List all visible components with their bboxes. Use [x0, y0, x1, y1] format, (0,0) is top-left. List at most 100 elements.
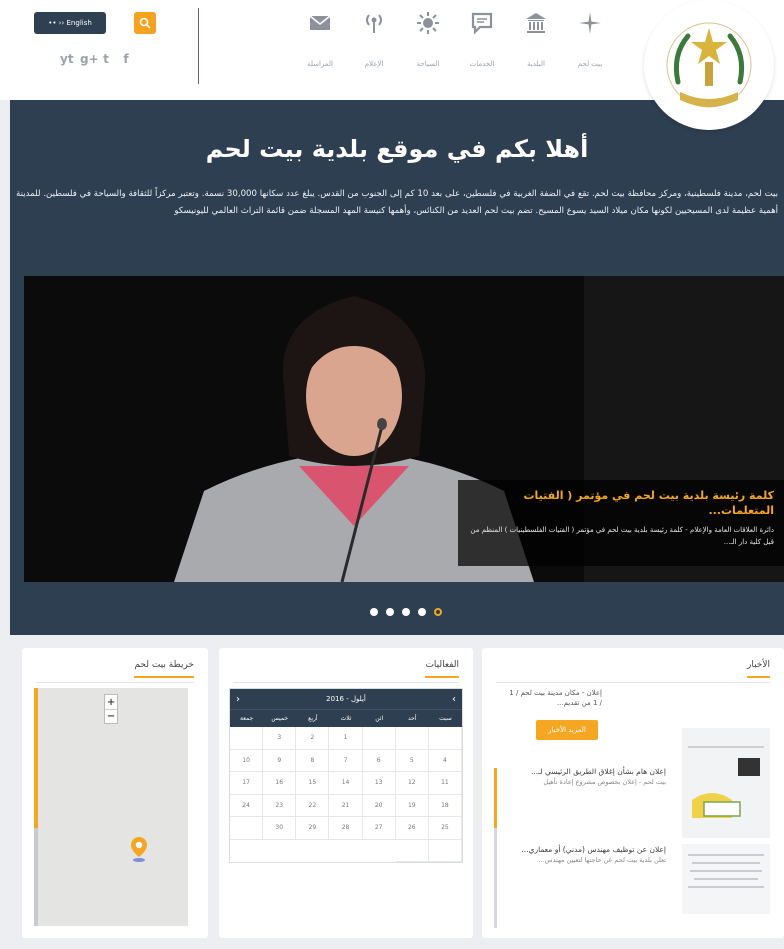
map-widget: خريطة بيت لحم + −	[22, 648, 208, 938]
calendar-day[interactable]: 5	[395, 749, 429, 772]
calendar-day[interactable]: 13	[362, 772, 396, 795]
news-item-title[interactable]: إعلان عن توظيف مهندس (مدني) أو معماري...	[494, 844, 666, 855]
twitter-icon[interactable]: t	[100, 52, 112, 66]
zoom-out-button[interactable]: −	[105, 709, 117, 723]
calendar-day[interactable]: 30	[263, 817, 297, 840]
calendar-day[interactable]: 18	[428, 794, 462, 817]
calendar-day[interactable]: 12	[395, 772, 429, 795]
nav-item-tourism[interactable]: السياحة	[404, 8, 452, 68]
news-item[interactable]: إعلان عن توظيف مهندس (مدني) أو معماري...…	[494, 844, 666, 866]
news-title: الأخبار	[746, 660, 770, 678]
calendar-day[interactable]: 24	[230, 794, 264, 817]
slider-dot[interactable]	[434, 608, 442, 616]
search-icon	[139, 17, 151, 29]
nav-label: بيت لحم	[577, 60, 603, 68]
calendar-day[interactable]	[428, 839, 462, 862]
language-switcher[interactable]: •• ›› English	[34, 12, 106, 34]
municipality-logo[interactable]	[644, 0, 774, 130]
city-map[interactable]: + −	[34, 688, 188, 926]
image-slider[interactable]: كلمة رئيسة بلدية بيت لحم في مؤتمر ( الفت…	[24, 276, 784, 582]
calendar-day[interactable]: 16	[263, 772, 297, 795]
nav-item-contact[interactable]: المراسلة	[296, 8, 344, 68]
calendar-day[interactable]: 27	[362, 817, 396, 840]
slider-dot[interactable]	[402, 608, 410, 616]
calendar-day[interactable]	[395, 727, 429, 750]
slider-dot[interactable]	[386, 608, 394, 616]
facebook-icon[interactable]: f	[120, 52, 132, 66]
envelope-icon	[305, 8, 335, 38]
main-nav: بيت لحم البلدية الخدمات السياحة الإعلام	[296, 8, 614, 68]
prev-month-arrow-icon[interactable]: ‹	[236, 694, 240, 705]
events-calendar: › أيلول - 2016 ‹ سبت أحد اثن ثلاث أربع خميس جم…	[229, 688, 463, 863]
slider-dots	[370, 608, 442, 616]
calendar-day[interactable]: 19	[395, 794, 429, 817]
calendar-day[interactable]: 3	[263, 727, 297, 750]
calendar-day[interactable]: 9	[263, 749, 297, 772]
google-plus-icon[interactable]: g+	[80, 52, 99, 66]
calendar-day[interactable]: 10	[230, 749, 264, 772]
news-item-title[interactable]: إعلان هام بشأن إغلاق الطريق الرئيسي لـ..…	[494, 766, 666, 777]
news-thumbnail[interactable]	[682, 728, 770, 838]
calendar-day[interactable]	[362, 727, 396, 750]
hero-description: بيت لحم، مدينة فلسطينية، ومركز محافظة بي…	[16, 189, 778, 216]
calendar-day[interactable]: 2	[296, 727, 330, 750]
nav-item-media[interactable]: الإعلام	[350, 8, 398, 68]
slide-caption[interactable]: كلمة رئيسة بلدية بيت لحم في مؤتمر ( الفت…	[458, 480, 784, 566]
calendar-day[interactable]: 14	[329, 772, 363, 795]
more-news-button[interactable]: المزيد الأخبار	[536, 720, 598, 740]
calendar-day[interactable]	[428, 727, 462, 750]
calendar-day[interactable]: 21	[329, 794, 363, 817]
news-widget: الأخبار إعلان - مكان مدينة بيت لحم / 1 /…	[482, 648, 784, 938]
calendar-day[interactable]: 15	[296, 772, 330, 795]
nav-label: السياحة	[416, 60, 440, 68]
news-thumbnail-image	[688, 854, 764, 888]
calendar-day[interactable]: 1	[329, 727, 363, 750]
search-button[interactable]	[134, 12, 156, 34]
nav-item-bethlehem[interactable]: بيت لحم	[566, 8, 614, 68]
map-pin-icon[interactable]	[130, 836, 148, 862]
calendar-day[interactable]: 29	[296, 817, 330, 840]
events-title: الفعاليات	[425, 660, 459, 678]
calendar-day[interactable]: 11	[428, 772, 462, 795]
header-divider	[198, 8, 199, 84]
youtube-icon[interactable]: yt	[60, 52, 74, 66]
calendar-day[interactable]: 28	[329, 817, 363, 840]
calendar-day[interactable]: 4	[428, 749, 462, 772]
weekday-label: اثن	[375, 715, 384, 722]
slide-caption-title[interactable]: كلمة رئيسة بلدية بيت لحم في مؤتمر ( الفت…	[468, 488, 774, 518]
weekday-label: ثلاث	[340, 715, 352, 722]
nav-label: البلدية	[527, 60, 545, 68]
news-thumbnail-image	[688, 746, 764, 818]
calendar-day[interactable]: 25	[428, 817, 462, 840]
slider-dot[interactable]	[370, 608, 378, 616]
calendar-day[interactable]: 6	[362, 749, 396, 772]
zoom-in-button[interactable]: +	[105, 695, 117, 709]
hero-section: أهلا بكم في موقع بلدية بيت لحم بيت لحم، …	[10, 100, 784, 635]
panel-divider	[233, 682, 459, 683]
calendar-day[interactable]: 17	[230, 772, 264, 795]
hero-title: أهلا بكم في موقع بلدية بيت لحم	[205, 135, 589, 163]
calendar-day[interactable]	[230, 727, 264, 750]
nav-item-municipality[interactable]: البلدية	[512, 8, 560, 68]
nav-item-services[interactable]: الخدمات	[458, 8, 506, 68]
calendar-day[interactable]: 20	[362, 794, 396, 817]
map-scrollbar[interactable]	[34, 688, 38, 926]
calendar-day[interactable]	[230, 817, 264, 840]
next-month-arrow-icon[interactable]: ›	[452, 694, 456, 705]
weekday-label: أحد	[408, 715, 417, 722]
social-links: yt g+ t f	[60, 52, 132, 66]
calendar-day[interactable]: 23	[263, 794, 297, 817]
calendar-day[interactable]: 22	[296, 794, 330, 817]
calendar-day[interactable]: 7	[329, 749, 363, 772]
map-zoom-control: + −	[104, 694, 118, 724]
calendar-day[interactable]: 26	[395, 817, 429, 840]
map-title: خريطة بيت لحم	[134, 660, 194, 678]
calendar-day[interactable]	[395, 839, 429, 862]
slider-dot[interactable]	[418, 608, 426, 616]
star-icon	[575, 8, 605, 38]
events-widget: الفعاليات › أيلول - 2016 ‹ سبت أحد اثن ثلاث…	[219, 648, 473, 938]
calendar-day[interactable]: 8	[296, 749, 330, 772]
news-item[interactable]: إعلان هام بشأن إغلاق الطريق الرئيسي لـ..…	[494, 766, 666, 788]
news-thumbnail-2[interactable]	[682, 844, 770, 914]
news-item-link[interactable]: إعلان - مكان مدينة بيت لحم / 1 / 1 من تق…	[506, 688, 602, 708]
